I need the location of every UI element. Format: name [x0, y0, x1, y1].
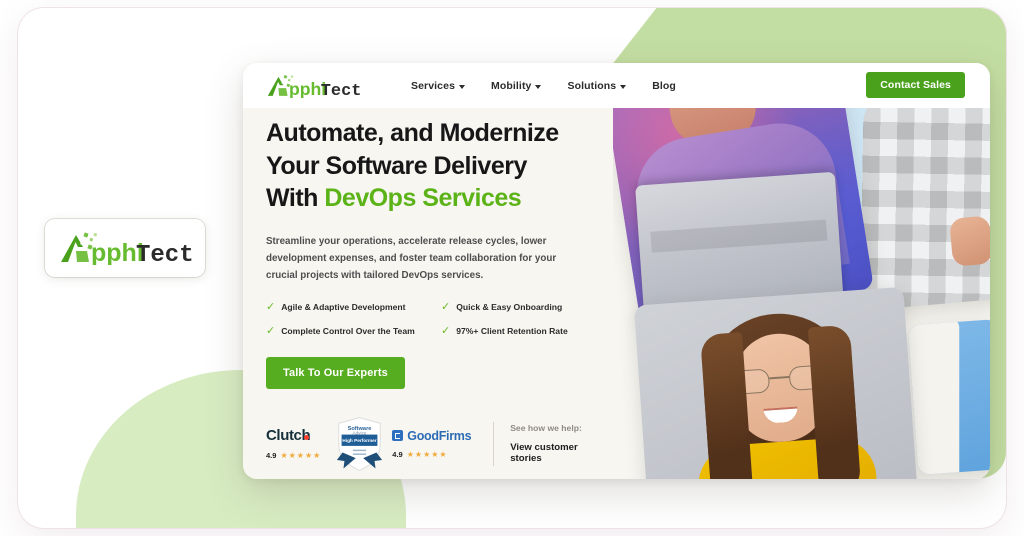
goodfirms-label: GoodFirms — [407, 428, 472, 443]
nav-label: Mobility — [491, 79, 532, 92]
feature-label: Complete Control Over the Team — [281, 326, 415, 337]
outer-showcase-card: pphi Tect pphi Tect Services Mobility So… — [18, 8, 1006, 528]
headline-line-1: Automate, and Modernize — [266, 119, 559, 147]
hero-section: Automate, and Modernize Your Software De… — [243, 108, 990, 479]
screenshot-stage: pphi Tect pphi Tect Services Mobility So… — [0, 0, 1024, 536]
vertical-divider — [493, 421, 495, 466]
star-rating-icon: ★★★★★ — [406, 449, 448, 459]
goodfirms-logo-icon — [392, 430, 404, 442]
feature-item: ✓ Quick & Easy Onboarding — [441, 300, 606, 313]
chevron-down-icon — [620, 84, 627, 89]
feature-label: Agile & Adaptive Development — [281, 302, 406, 313]
hero-feature-list: ✓ Agile & Adaptive Development ✓ Quick &… — [266, 300, 606, 337]
hero-content: Automate, and Modernize Your Software De… — [266, 117, 606, 473]
website-preview-card: pphi Tect Services Mobility Solutions Bl… — [243, 63, 990, 479]
photo-woman-with-glasses — [633, 286, 919, 479]
headline-line-3-prefix: With — [266, 184, 325, 212]
headline-line-2: Your Software Delivery — [266, 151, 527, 180]
goodfirms-rating[interactable]: GoodFirms 4.9 ★★★★★ — [392, 428, 472, 459]
goodfirms-score: 4.9 — [392, 449, 403, 459]
customer-stories-block: See how we help: View customer stories — [510, 423, 606, 464]
goodfirms-score-row: 4.9 ★★★★★ — [392, 450, 471, 459]
apphitect-logo-header[interactable]: pphi Tect — [265, 73, 361, 99]
nav-label: Blog — [652, 79, 676, 92]
apphitect-logo-large: pphi Tect — [57, 231, 193, 265]
contact-sales-button[interactable]: Contact Sales — [866, 72, 965, 98]
svg-text:Advice: Advice — [353, 431, 368, 436]
hero-subcopy: Streamline your operations, accelerate r… — [266, 235, 557, 281]
checkered-shirt-shape — [860, 108, 990, 312]
goodfirms-wordmark: GoodFirms — [392, 428, 472, 443]
hand-shape — [949, 215, 990, 267]
svg-text:Tect: Tect — [136, 242, 193, 265]
nav-item-solutions[interactable]: Solutions — [567, 79, 627, 92]
feature-item: ✓ Agile & Adaptive Development — [266, 300, 441, 313]
check-icon: ✓ — [441, 324, 451, 337]
nav-item-mobility[interactable]: Mobility — [491, 79, 542, 92]
trust-badges-row: Clutch 4.9 ★★★★★ Software Advice High Pe… — [266, 415, 606, 473]
clutch-rating[interactable]: Clutch 4.9 ★★★★★ — [266, 427, 321, 460]
star-rating-icon: ★★★★★ — [280, 451, 322, 461]
chevron-down-icon — [459, 84, 466, 89]
svg-text:High Performer: High Performer — [343, 438, 377, 443]
high-performer-shield-badge: Software Advice High Performer — [337, 417, 383, 471]
clutch-score: 4.9 — [266, 451, 277, 461]
check-icon: ✓ — [441, 300, 451, 313]
nav-item-services[interactable]: Services — [411, 79, 466, 92]
nav-label: Services — [411, 79, 456, 92]
brand-logo-card: pphi Tect — [45, 219, 205, 277]
svg-text:Tect: Tect — [321, 82, 361, 98]
hero-photo-collage — [613, 108, 990, 479]
talk-to-experts-button[interactable]: Talk To Our Experts — [266, 356, 405, 389]
feature-item: ✓ 97%+ Client Retention Rate — [441, 324, 606, 337]
feature-label: 97%+ Client Retention Rate — [456, 326, 568, 337]
woman-hair-front-right — [807, 324, 862, 479]
photo-blue-card — [907, 319, 990, 475]
check-icon: ✓ — [266, 300, 276, 313]
nav-label: Solutions — [567, 79, 617, 92]
glasses-bridge — [769, 376, 790, 380]
site-header: pphi Tect Services Mobility Solutions Bl… — [243, 63, 990, 108]
nav-item-blog[interactable]: Blog — [652, 80, 676, 92]
clutch-score-row: 4.9 ★★★★★ — [266, 451, 321, 460]
hero-headline: Automate, and Modernize Your Software De… — [266, 117, 606, 215]
feature-label: Quick & Easy Onboarding — [456, 302, 563, 313]
chevron-down-icon — [535, 84, 542, 89]
view-customer-stories-link[interactable]: View customer stories — [510, 442, 606, 464]
see-how-we-help-label: See how we help: — [510, 423, 582, 434]
headline-accent: DevOps Services — [324, 184, 522, 212]
feature-item: ✓ Complete Control Over the Team — [266, 324, 441, 337]
primary-nav: Services Mobility Solutions Blog — [411, 80, 676, 92]
check-icon: ✓ — [266, 324, 276, 337]
clutch-wordmark: Clutch — [266, 427, 321, 444]
